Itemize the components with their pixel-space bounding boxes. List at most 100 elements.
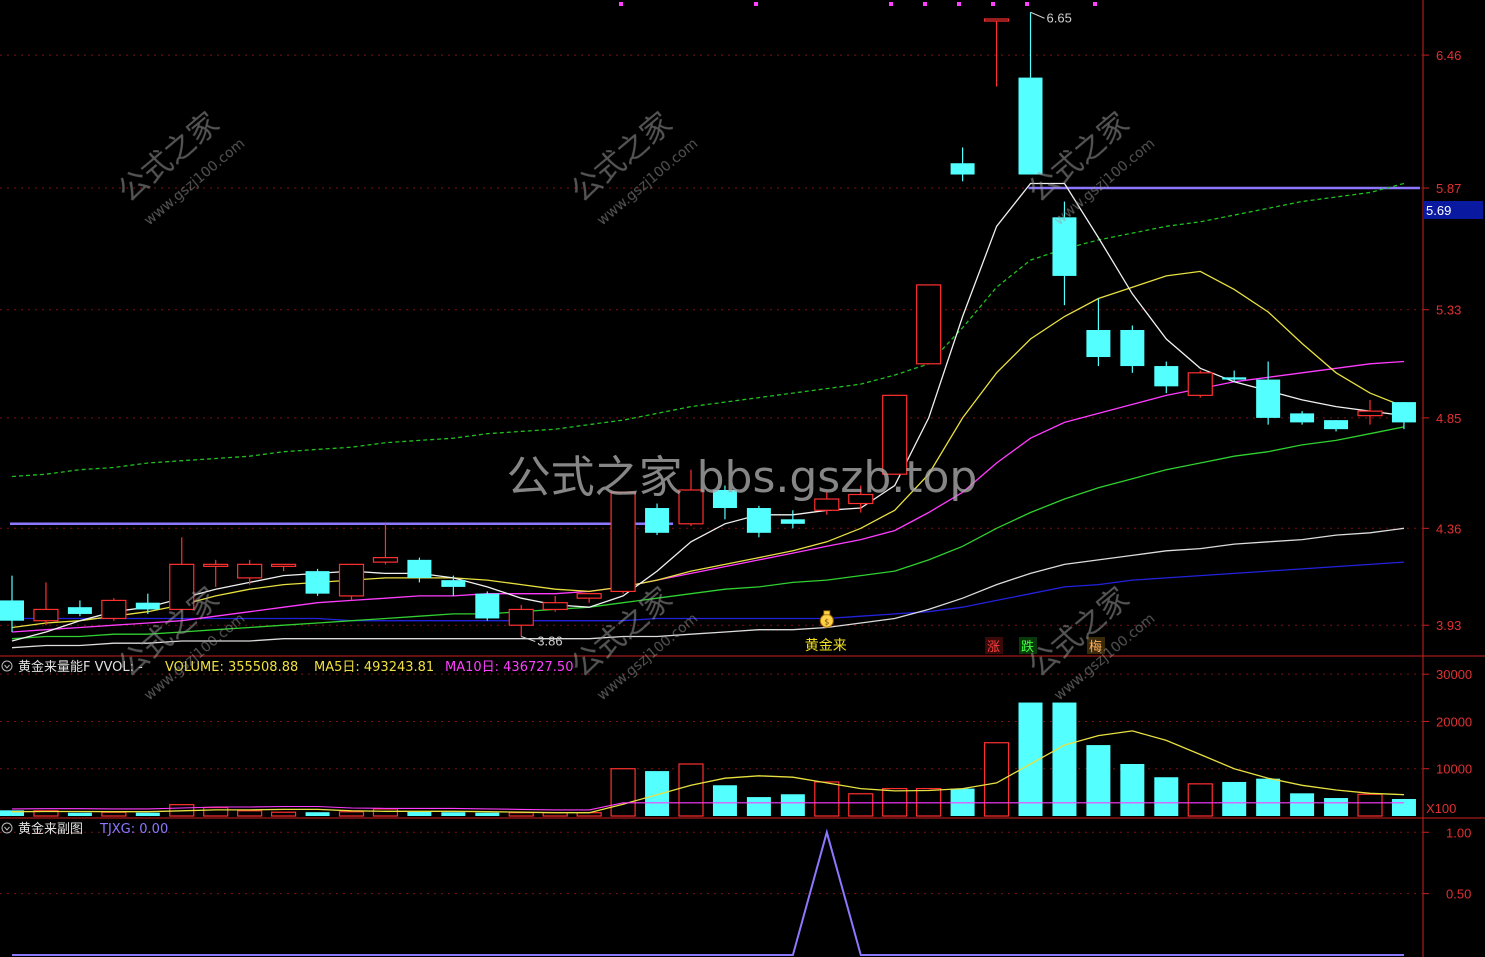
candle-body [1187,372,1213,396]
candle-body [135,602,160,610]
candle-body [542,602,568,611]
volume-bar [848,793,874,817]
candle-body [645,508,670,533]
candle [916,284,942,365]
candle-body [271,563,297,567]
candle-body [1256,379,1281,418]
candle-body [1324,420,1349,430]
candle-body [0,600,24,621]
current-price-value: 5.69 [1426,203,1451,218]
stock-chart[interactable]: 6.46 5.87 5.33 4.85 4.36 3.93 30000 20000 10000… [0,0,1485,957]
candle-body [407,559,432,578]
candle-body [203,563,229,567]
svg-text:$: $ [824,617,829,626]
price-tick-label: 5.87 [1436,181,1461,196]
volume-bar [135,812,160,816]
volume-bar [203,806,229,817]
candle-body [950,163,975,175]
candle-body [1154,366,1179,387]
candle [338,563,365,601]
candle-body [1222,377,1247,380]
candle [645,503,670,536]
volume-bar [814,781,840,817]
volume-bar [305,812,330,816]
volume-bar [1357,793,1383,817]
candle-body [101,599,127,620]
volume-bar [1290,793,1315,816]
candle-body [33,608,59,622]
volume-unit-label: X100 [1426,801,1456,816]
volume-header: 黄金来量能F VVOL: - VOLUME: 355508.88 MA5日: 4… [1,659,573,675]
candle-body [1290,413,1315,423]
volume-tick-label: 10000 [1436,762,1472,777]
candle-body [372,557,399,563]
volume-bar [441,812,466,816]
candle-body [305,571,330,594]
tag-up: 涨 [987,640,1000,655]
candle-body [916,284,942,365]
price-tick-label: 4.36 [1436,521,1461,536]
volume-bar [372,808,399,817]
volume-bar [1187,783,1213,817]
candle-body [508,608,534,626]
candle-body [983,18,1010,22]
indicator-tick-label: 0.50 [1446,887,1471,902]
volume-tick-label: 20000 [1436,714,1472,729]
candle-body [441,580,466,587]
volume-bar [1391,798,1416,816]
price-tick-label: 4.85 [1436,411,1461,426]
volume-bar [237,810,263,817]
candle-body [237,563,263,579]
candle-body [338,563,365,597]
candle-body [780,519,805,524]
price-tick-label: 3.93 [1436,618,1461,633]
volume-bar [407,811,432,816]
candle [475,591,500,621]
candle [610,491,636,594]
volume-bar [712,785,737,816]
volume-bar [610,768,636,817]
indicator-tick-label: 1.00 [1446,825,1471,840]
volume-bar [67,812,92,816]
candle-body [576,593,602,599]
volume-bar [271,811,297,817]
volume-bar [983,742,1010,817]
indicator-header-name: 黄金来副图 [18,821,83,837]
volume-bar [678,763,704,817]
candle [746,505,771,538]
candle-body [1018,77,1043,175]
volume-bar [1052,702,1077,816]
volume-bar [101,811,127,817]
volume-bar [338,811,365,817]
volume-bar [1120,764,1145,816]
volume-bar [1324,798,1349,816]
candle [305,568,330,596]
volume-bar [475,812,500,816]
volume-bar [508,812,534,817]
volume-bar [1256,778,1281,816]
candle [1187,370,1213,398]
volume-bar [746,797,771,816]
volume-bar [645,771,670,816]
low-price-label: 3.86 [537,633,562,648]
candle-body [610,491,636,593]
high-price-label: 6.65 [1047,10,1072,25]
volume-bar [1086,745,1111,816]
volume-bar [1154,777,1179,816]
volume-tick-label: 30000 [1436,667,1472,682]
candle-body [1120,330,1145,367]
volume-ma5: MA5日: 493243.81 [314,660,434,675]
candle-body [746,508,771,533]
price-tick-label: 6.46 [1436,48,1461,63]
volume-bar [780,794,805,816]
volume-ma10: MA10日: 436727.50 [445,660,573,675]
signal-text: 黄金来 [805,637,847,654]
candle-body [1086,330,1111,358]
candle-body [1391,402,1416,423]
candle-body [67,607,92,614]
candle-body [1357,410,1383,417]
current-price-tag: 5.69 [1423,201,1483,219]
indicator-value: TJXG: 0.00 [99,822,168,837]
candle [101,598,127,621]
price-tick-label: 5.33 [1436,303,1461,318]
